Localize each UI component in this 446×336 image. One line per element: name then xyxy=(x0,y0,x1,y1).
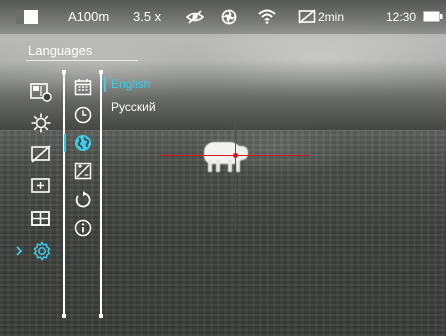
globe-language-icon[interactable] xyxy=(74,134,94,154)
settings-gear-icon[interactable] xyxy=(16,241,56,261)
selected-language-indicator xyxy=(104,76,106,92)
layout-grid-icon[interactable] xyxy=(31,210,51,230)
zoom-frame-icon[interactable] xyxy=(31,177,51,197)
reset-icon[interactable] xyxy=(74,191,94,211)
distance-readout: A100m xyxy=(68,9,110,24)
device-mode-icon xyxy=(16,10,38,24)
language-option-english[interactable]: English xyxy=(111,77,150,91)
brightness-icon[interactable] xyxy=(31,113,51,133)
active-submenu-indicator xyxy=(64,134,66,152)
aperture-icon xyxy=(221,9,237,25)
menu-title-underline xyxy=(26,60,138,61)
status-bar: A100m 3.5 x 2min 12:30 xyxy=(0,0,446,34)
menu-title: Languages xyxy=(28,43,93,58)
reticle-vertical xyxy=(235,120,236,230)
display-off-icon[interactable] xyxy=(31,145,51,165)
wifi-icon xyxy=(258,9,276,24)
treeline xyxy=(0,60,446,130)
submenu-divider xyxy=(99,70,103,318)
zoom-readout: 3.5 x xyxy=(133,9,162,24)
display-off-timer-icon xyxy=(298,9,316,24)
target-animal xyxy=(198,138,248,174)
reticle-center xyxy=(233,153,238,158)
clock-readout: 12:30 xyxy=(386,10,417,24)
calendar-icon[interactable] xyxy=(74,78,94,98)
clock-icon[interactable] xyxy=(74,106,94,126)
stealth-eye-off-icon xyxy=(186,9,204,25)
image-calibration-icon[interactable] xyxy=(74,162,94,182)
battery-icon xyxy=(423,11,443,22)
language-option-russian[interactable]: Русский xyxy=(111,100,156,114)
main-menu-divider xyxy=(62,70,66,318)
picture-in-picture-icon[interactable] xyxy=(30,82,52,102)
timer-readout: 2min xyxy=(318,10,345,24)
info-icon[interactable] xyxy=(74,219,94,239)
